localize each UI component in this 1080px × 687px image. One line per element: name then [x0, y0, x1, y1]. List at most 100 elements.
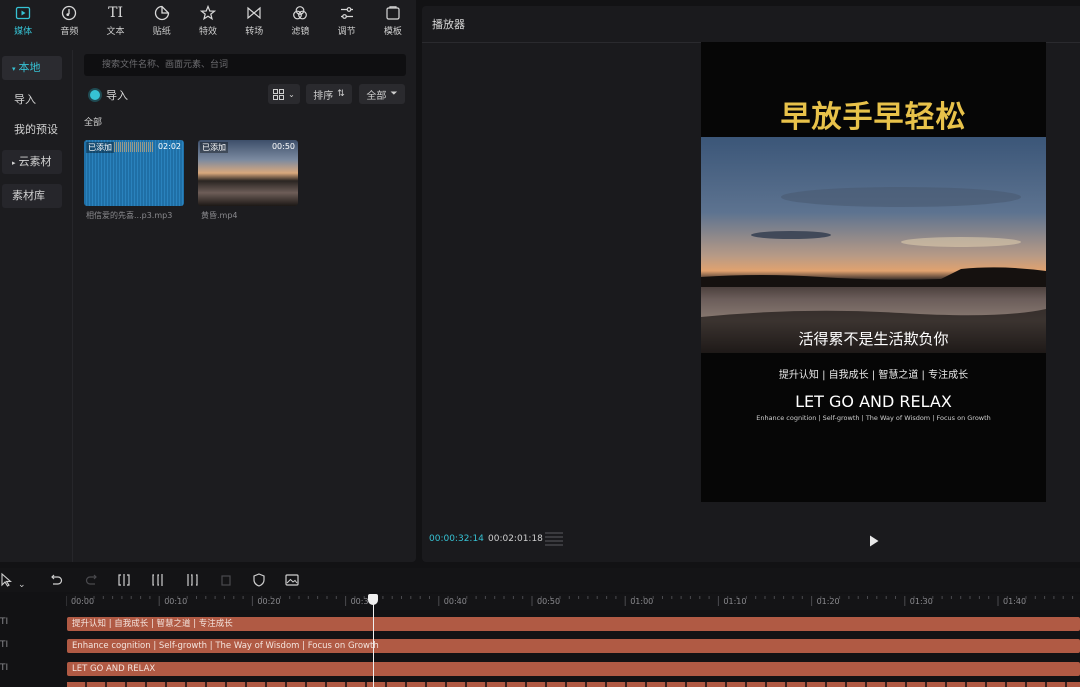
media-icon	[15, 6, 31, 20]
audio-clip[interactable]	[67, 682, 1080, 687]
funnel-icon: ⏷	[390, 89, 398, 99]
import-label: 导入	[106, 89, 128, 102]
trim-left-button[interactable]	[150, 572, 166, 588]
tab-effects-label: 特效	[198, 27, 217, 37]
sticker-icon	[154, 5, 169, 21]
tab-transition[interactable]: 转场	[231, 0, 277, 42]
sidebar-item-my-presets[interactable]: 我的预设	[4, 118, 64, 142]
duration-label: 00:50	[271, 142, 295, 151]
sort-icon: ⇅	[337, 89, 345, 99]
sidebar-item-cloud[interactable]: ▸ 云素材	[2, 150, 62, 174]
tool-dropdown[interactable]: ⌄	[18, 572, 34, 590]
tab-transition-label: 转场	[245, 27, 264, 37]
sunset-lake-image	[701, 137, 1046, 353]
delete-button[interactable]	[218, 572, 234, 588]
tab-sticker[interactable]: 贴纸	[139, 0, 185, 42]
tab-adjust[interactable]: 调节	[324, 0, 370, 42]
sidebar-item-local[interactable]: ▾ 本地	[2, 56, 62, 80]
canvas-title: 早放手早轻松	[780, 100, 967, 135]
sunset-lake-svg	[701, 137, 1046, 353]
tab-sticker-label: 贴纸	[152, 27, 171, 37]
tab-template[interactable]: 模板	[370, 0, 416, 42]
timecode-grid-icon[interactable]	[545, 532, 563, 546]
canvas-english-title: LET GO AND RELAX	[795, 392, 952, 411]
text-icon: TI	[108, 5, 123, 21]
ruler-tick-label: 01:00	[630, 597, 654, 606]
tab-filter-label: 滤镜	[291, 27, 310, 37]
ruler-tick-label: 01:10	[723, 597, 747, 606]
ruler-tick-label: 00:40	[443, 597, 467, 606]
sidebar-item-local-label: 本地	[18, 61, 41, 74]
tab-effects[interactable]: 特效	[185, 0, 231, 42]
media-item-video[interactable]: 已添加 00:50	[198, 140, 298, 206]
redo-icon	[85, 574, 97, 585]
grid-view-icon	[273, 88, 285, 100]
delete-icon	[221, 575, 231, 586]
ruler-tick-label: 01:30	[909, 597, 933, 606]
text-track-icon: TI	[0, 640, 9, 650]
ruler-tick-label: 00:20	[257, 597, 281, 606]
tab-media-label: 媒体	[14, 27, 33, 37]
duration-label: 02:02	[157, 142, 181, 151]
sort-button[interactable]: 排序 ⇅	[306, 84, 352, 104]
sidebar-item-cloud-label: 云素材	[18, 155, 52, 168]
section-label-all: 全部	[84, 118, 103, 128]
chevron-down-icon: ⌄	[18, 580, 26, 590]
media-search-input[interactable]: 搜索文件名称、画面元素、台词	[84, 54, 406, 76]
image-crop-button[interactable]	[284, 572, 300, 588]
import-button[interactable]: 导入	[90, 86, 128, 104]
audio-waveform-strip	[114, 142, 154, 152]
text-clip[interactable]: LET GO AND RELAX	[67, 662, 1080, 676]
import-dot-icon	[90, 90, 100, 100]
text-track-icon: TI	[0, 617, 9, 627]
tab-template-label: 模板	[383, 27, 402, 37]
tab-audio-label: 音频	[60, 27, 79, 37]
ruler-tick-label: 01:20	[816, 597, 840, 606]
chevron-down-icon: ⌄	[288, 89, 295, 99]
filter-all-button[interactable]: 全部 ⏷	[359, 84, 405, 104]
player-title: 播放器	[432, 18, 465, 31]
ruler-tick-label: 00:50	[537, 597, 561, 606]
trim-right-icon	[187, 574, 198, 586]
canvas-subtitle: 活得累不是生活欺负你	[798, 330, 949, 348]
text-clip[interactable]: Enhance cognition | Self-growth | The Wa…	[67, 639, 1080, 653]
media-sidebar: ▾ 本地 导入 我的预设 ▸ 云素材 素材库	[0, 50, 73, 562]
tab-filter[interactable]: 滤镜	[277, 0, 323, 42]
playhead-line	[373, 596, 374, 687]
current-time: 00:00:32:14	[429, 534, 484, 544]
transition-icon	[247, 6, 261, 20]
filter-all-label: 全部	[366, 90, 387, 102]
view-mode-button[interactable]: ⌄	[268, 84, 300, 104]
trim-left-icon	[152, 574, 163, 586]
play-button[interactable]	[868, 533, 880, 547]
total-time: 00:02:01:18	[488, 534, 543, 544]
split-icon	[118, 574, 130, 586]
added-badge: 已添加	[200, 142, 228, 153]
caret-right-icon: ▸	[12, 159, 16, 167]
split-button[interactable]	[116, 572, 132, 588]
play-icon	[870, 535, 879, 547]
caret-down-icon: ▾	[12, 65, 16, 73]
select-tool-button[interactable]	[0, 572, 16, 588]
canvas-english-tags: Enhance cognition | Self-growth | The Wa…	[756, 414, 991, 422]
sidebar-item-library[interactable]: 素材库	[2, 184, 62, 208]
tab-audio[interactable]: 音频	[46, 0, 92, 42]
undo-icon	[51, 574, 63, 585]
marker-button[interactable]	[251, 572, 267, 588]
undo-button[interactable]	[48, 572, 64, 588]
shield-icon	[253, 573, 265, 587]
media-item-audio-name: 相信爱的先喜...p3.mp3	[86, 211, 173, 220]
redo-button[interactable]	[84, 572, 100, 588]
sidebar-item-import[interactable]: 导入	[4, 88, 64, 112]
cursor-icon	[1, 572, 12, 587]
tab-text[interactable]: TI 文本	[92, 0, 138, 42]
adjust-icon	[340, 7, 353, 19]
media-item-audio[interactable]: 已添加 02:02	[84, 140, 184, 206]
tab-media[interactable]: 媒体	[0, 0, 46, 42]
playhead-handle[interactable]	[368, 594, 378, 605]
trim-right-button[interactable]	[184, 572, 200, 588]
canvas-tags: 提升认知 | 自我成长 | 智慧之道 | 专注成长	[778, 370, 969, 381]
added-badge: 已添加	[86, 142, 114, 153]
text-clip[interactable]: 提升认知 | 自我成长 | 智慧之道 | 专注成长	[67, 617, 1080, 631]
image-icon	[285, 574, 299, 586]
